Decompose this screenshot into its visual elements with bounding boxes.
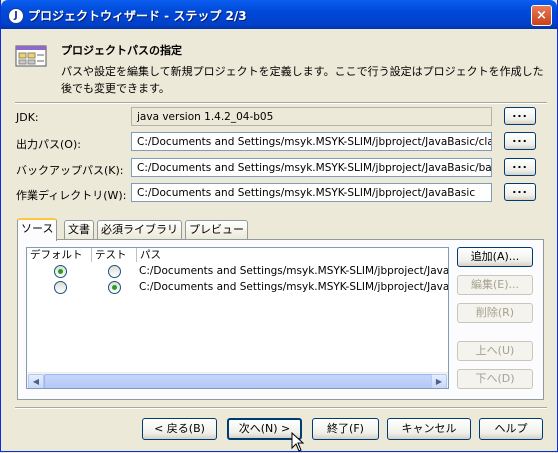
title-bar[interactable]: J プロジェクトウィザード - ステップ 2/3 × xyxy=(1,0,557,29)
backup-path-field[interactable]: C:/Documents and Settings/msyk.MSYK-SLIM… xyxy=(131,158,492,177)
tab-source[interactable]: ソース xyxy=(17,218,58,241)
tab-required-libraries[interactable]: 必須ライブラリ xyxy=(97,220,182,239)
add-path-button[interactable]: 追加(A)... xyxy=(457,247,533,267)
move-up-button[interactable]: 上へ(U) xyxy=(457,341,533,361)
test-radio[interactable] xyxy=(108,281,121,294)
default-radio[interactable] xyxy=(54,281,67,294)
help-button[interactable]: ヘルプ xyxy=(479,418,543,440)
test-radio[interactable] xyxy=(108,265,121,278)
source-path-table[interactable]: デフォルト テスト パス C:/Documents and Settings/m… xyxy=(26,247,449,389)
project-paths-icon xyxy=(15,45,47,67)
backup-path-label: バックアップパス(K): xyxy=(16,164,124,177)
working-directory-label: 作業ディレクトリ(W): xyxy=(16,189,127,202)
table-row[interactable]: C:/Documents and Settings/msyk.MSYK-SLIM… xyxy=(27,279,448,295)
output-path-field[interactable]: C:/Documents and Settings/msyk.MSYK-SLIM… xyxy=(131,132,492,151)
default-radio[interactable] xyxy=(54,265,67,278)
wizard-window: J プロジェクトウィザード - ステップ 2/3 × プロジェクトパスの指定 パ… xyxy=(0,0,558,452)
mouse-pointer-icon xyxy=(291,432,305,452)
header-divider xyxy=(15,102,547,104)
jbuilder-app-icon: J xyxy=(8,8,24,24)
source-path-cell: C:/Documents and Settings/msyk.MSYK-SLIM… xyxy=(139,265,448,277)
step-title: プロジェクトパスの指定 xyxy=(61,44,182,57)
working-directory-browse-button[interactable]: ... xyxy=(504,183,536,201)
jdk-field: java version 1.4.2_04-b05 xyxy=(131,107,492,126)
edit-path-button[interactable]: 編集(E)... xyxy=(457,275,533,295)
backup-path-browse-button[interactable]: ... xyxy=(504,158,536,176)
step-description: パスや設定を編集して新規プロジェクトを定義します。ここで行う設定はプロジェクトを… xyxy=(61,65,544,95)
source-panel: デフォルト テスト パス C:/Documents and Settings/m… xyxy=(17,239,544,400)
output-path-label: 出力パス(O): xyxy=(16,138,81,151)
close-button[interactable]: × xyxy=(531,5,552,26)
table-row[interactable]: C:/Documents and Settings/msyk.MSYK-SLIM… xyxy=(27,263,448,279)
tab-docs[interactable]: 文書 xyxy=(64,220,94,239)
output-path-browse-button[interactable]: ... xyxy=(504,132,536,150)
source-path-cell: C:/Documents and Settings/msyk.MSYK-SLIM… xyxy=(139,281,448,293)
back-button[interactable]: < 戻る(B) xyxy=(142,418,217,440)
working-directory-field[interactable]: C:/Documents and Settings/msyk.MSYK-SLIM… xyxy=(131,183,492,202)
finish-button[interactable]: 終了(F) xyxy=(312,418,379,440)
horizontal-scrollbar[interactable]: ◀ ▶ xyxy=(27,372,448,388)
scroll-right-icon[interactable]: ▶ xyxy=(431,374,447,388)
footer-divider xyxy=(15,407,547,409)
scroll-left-icon[interactable]: ◀ xyxy=(28,374,44,388)
jdk-label: JDK: xyxy=(16,111,39,124)
scroll-thumb[interactable] xyxy=(44,374,433,388)
tab-preview[interactable]: プレビュー xyxy=(185,220,248,239)
move-down-button[interactable]: 下へ(D) xyxy=(457,369,533,389)
window-title: プロジェクトウィザード - ステップ 2/3 xyxy=(28,9,247,23)
remove-path-button[interactable]: 削除(R) xyxy=(457,303,533,323)
column-header-test[interactable]: テスト xyxy=(92,248,137,262)
jdk-browse-button[interactable]: ... xyxy=(504,107,536,125)
column-header-path[interactable]: パス xyxy=(137,248,448,262)
cancel-button[interactable]: キャンセル xyxy=(387,418,471,440)
column-header-default[interactable]: デフォルト xyxy=(27,248,92,262)
